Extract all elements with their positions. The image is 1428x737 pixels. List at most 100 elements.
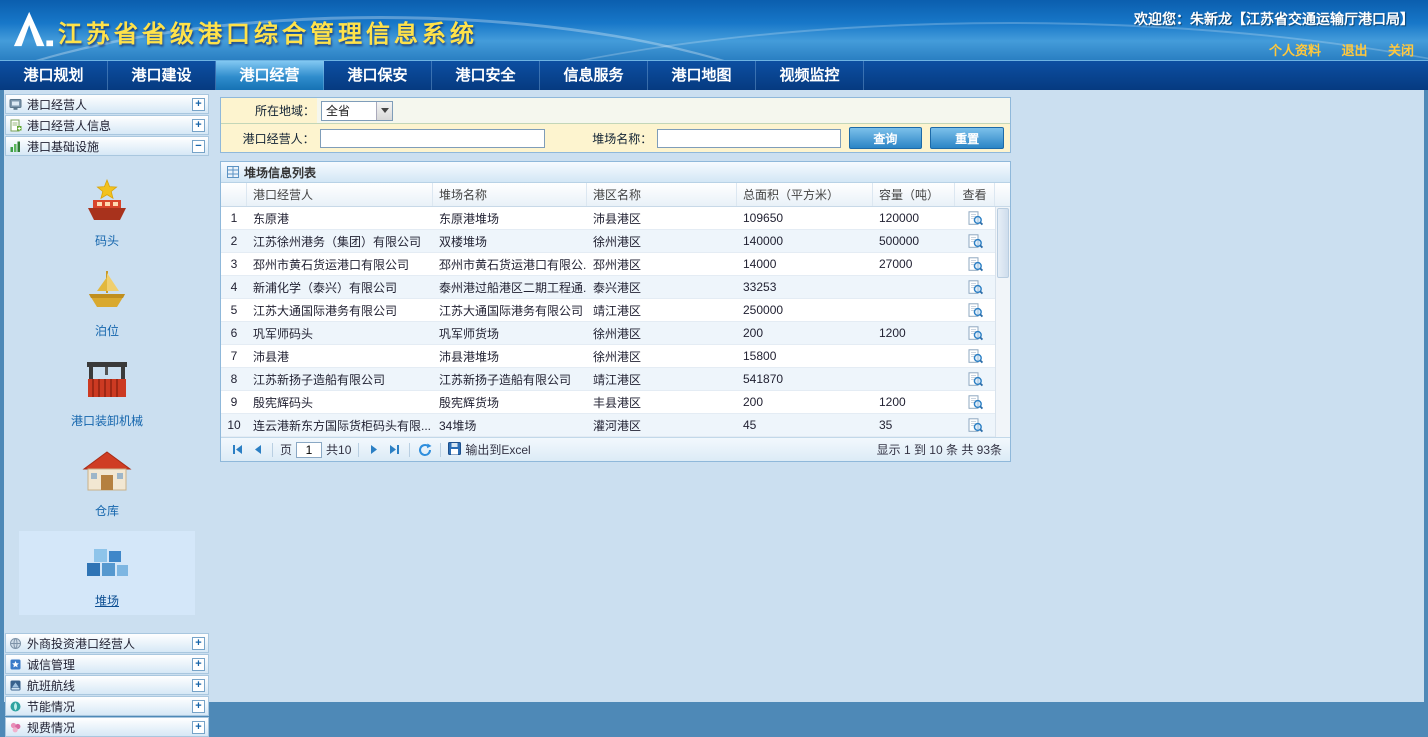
expand-toggle[interactable]: + <box>192 658 205 671</box>
query-button[interactable]: 查询 <box>849 127 923 149</box>
cell-capacity <box>873 368 955 390</box>
cell-no: 2 <box>221 230 247 252</box>
cell-operator: 江苏大通国际港务有限公司 <box>247 299 433 321</box>
sidebar-item-label: 节能情况 <box>27 698 75 715</box>
facility-item-berth[interactable]: 泊位 <box>19 261 195 345</box>
sidebar-item-port-operator[interactable]: 港口经营人 + <box>5 94 209 114</box>
view-detail-icon[interactable] <box>968 326 983 341</box>
sidebar-item-shipping-routes[interactable]: 航班航线 + <box>5 675 209 695</box>
table-row[interactable]: 7 沛县港 沛县港堆场 徐州港区 15800 <box>221 345 1010 368</box>
energy-saving-icon <box>9 700 23 713</box>
sidebar-item-fees[interactable]: 规费情况 + <box>5 717 209 737</box>
cell-yard: 殷宪辉货场 <box>433 391 587 413</box>
table-row[interactable]: 3 邳州市黄石货运港口有限公司 邳州市黄石货运港口有限公... 邳州港区 140… <box>221 253 1010 276</box>
grid-icon <box>227 166 239 178</box>
table-row[interactable]: 2 江苏徐州港务（集团）有限公司 双楼堆场 徐州港区 140000 500000 <box>221 230 1010 253</box>
cell-operator: 邳州市黄石货运港口有限公司 <box>247 253 433 275</box>
view-detail-icon[interactable] <box>968 234 983 249</box>
cell-no: 9 <box>221 391 247 413</box>
sidebar-item-energy-saving[interactable]: 节能情况 + <box>5 696 209 716</box>
refresh-icon[interactable] <box>417 442 433 458</box>
view-detail-icon[interactable] <box>968 418 983 433</box>
sidebar-item-foreign-investment[interactable]: 外商投资港口经营人 + <box>5 633 209 653</box>
view-detail-icon[interactable] <box>968 349 983 364</box>
table-row[interactable]: 10 连云港新东方国际货柜码头有限... 34堆场 灌河港区 45 35 <box>221 414 1010 437</box>
cell-capacity: 1200 <box>873 391 955 413</box>
table-row[interactable]: 9 殷宪辉码头 殷宪辉货场 丰县港区 200 1200 <box>221 391 1010 414</box>
save-disk-icon <box>448 442 461 458</box>
shipping-routes-icon <box>9 679 23 692</box>
tab-port-safety[interactable]: 港口安全 <box>432 61 540 90</box>
reset-button[interactable]: 重置 <box>930 127 1004 149</box>
page-number-input[interactable] <box>296 442 322 458</box>
expand-toggle[interactable]: + <box>192 700 205 713</box>
view-detail-icon[interactable] <box>968 280 983 295</box>
view-detail-icon[interactable] <box>968 372 983 387</box>
table-row[interactable]: 4 新浦化学（泰兴）有限公司 泰州港过船港区二期工程通... 泰兴港区 3325… <box>221 276 1010 299</box>
next-page-icon[interactable] <box>366 442 382 458</box>
grid-title-bar: 堆场信息列表 <box>221 162 1010 183</box>
view-detail-icon[interactable] <box>968 303 983 318</box>
cell-no: 7 <box>221 345 247 367</box>
view-detail-icon[interactable] <box>968 257 983 272</box>
tab-info-service[interactable]: 信息服务 <box>540 61 648 90</box>
table-row[interactable]: 8 江苏新扬子造船有限公司 江苏新扬子造船有限公司 靖江港区 541870 <box>221 368 1010 391</box>
tab-video-monitor[interactable]: 视频监控 <box>756 61 864 90</box>
facility-item-warehouse[interactable]: 仓库 <box>19 441 195 525</box>
cell-port-area: 徐州港区 <box>587 322 737 344</box>
facility-item-wharf[interactable]: 码头 <box>19 171 195 255</box>
sidebar-item-label: 航班航线 <box>27 677 75 694</box>
last-page-icon[interactable] <box>386 442 402 458</box>
cell-no: 8 <box>221 368 247 390</box>
view-detail-icon[interactable] <box>968 395 983 410</box>
profile-link[interactable]: 个人资料 <box>1269 43 1321 58</box>
sidebar-item-credit-management[interactable]: 诚信管理 + <box>5 654 209 674</box>
logout-link[interactable]: 退出 <box>1342 43 1368 58</box>
operator-input[interactable] <box>320 129 545 148</box>
header-links: 个人资料 退出 关闭 <box>1134 40 1414 60</box>
view-detail-icon[interactable] <box>968 211 983 226</box>
col-header-capacity: 容量（吨） <box>873 183 955 206</box>
table-row[interactable]: 6 巩军师码头 巩军师货场 徐州港区 200 1200 <box>221 322 1010 345</box>
cell-operator: 殷宪辉码头 <box>247 391 433 413</box>
table-row[interactable]: 5 江苏大通国际港务有限公司 江苏大通国际港务有限公司 靖江港区 250000 <box>221 299 1010 322</box>
tab-port-construction[interactable]: 港口建设 <box>108 61 216 90</box>
expand-toggle[interactable]: + <box>192 119 205 132</box>
port-operator-icon <box>9 98 23 111</box>
sidebar-item-label: 港口经营人 <box>27 96 87 113</box>
tab-port-planning[interactable]: 港口规划 <box>0 61 108 90</box>
cell-capacity: 1200 <box>873 322 955 344</box>
cell-total-area: 541870 <box>737 368 873 390</box>
cell-port-area: 丰县港区 <box>587 391 737 413</box>
export-excel-button[interactable]: 输出到Excel <box>448 441 530 458</box>
region-select[interactable]: 全省 <box>321 101 393 121</box>
scrollbar-thumb[interactable] <box>997 208 1009 278</box>
facility-item-machinery[interactable]: 港口装卸机械 <box>19 351 195 435</box>
expand-toggle[interactable]: + <box>192 637 205 650</box>
cell-capacity <box>873 299 955 321</box>
sidebar-item-label: 外商投资港口经营人 <box>27 635 135 652</box>
vertical-scrollbar[interactable] <box>995 207 1010 437</box>
grid-body: 1 东原港 东原港堆场 沛县港区 109650 120000 2 江苏徐州港务（… <box>221 207 1010 437</box>
sidebar-item-infrastructure[interactable]: 港口基础设施 − <box>5 136 209 156</box>
cell-capacity <box>873 345 955 367</box>
first-page-icon[interactable] <box>229 442 245 458</box>
table-row[interactable]: 1 东原港 东原港堆场 沛县港区 109650 120000 <box>221 207 1010 230</box>
tab-port-operation[interactable]: 港口经营 <box>216 61 324 90</box>
expand-toggle[interactable]: + <box>192 721 205 734</box>
yard-name-label: 堆场名称： <box>545 124 655 152</box>
tab-port-security[interactable]: 港口保安 <box>324 61 432 90</box>
prev-page-icon[interactable] <box>249 442 265 458</box>
operator-label: 港口经营人： <box>221 124 317 152</box>
expand-toggle[interactable]: + <box>192 679 205 692</box>
berth-icon <box>81 300 133 317</box>
facility-item-storage-yard[interactable]: 堆场 <box>19 531 195 615</box>
yard-name-input[interactable] <box>657 129 840 148</box>
close-link[interactable]: 关闭 <box>1388 43 1414 58</box>
cell-no: 3 <box>221 253 247 275</box>
expand-toggle[interactable]: + <box>192 98 205 111</box>
sidebar-item-operator-info[interactable]: 港口经营人信息 + <box>5 115 209 135</box>
welcome-text: 欢迎您：朱新龙【江苏省交通运输厅港口局】 <box>1134 9 1414 29</box>
tab-port-map[interactable]: 港口地图 <box>648 61 756 90</box>
collapse-toggle[interactable]: − <box>192 140 205 153</box>
